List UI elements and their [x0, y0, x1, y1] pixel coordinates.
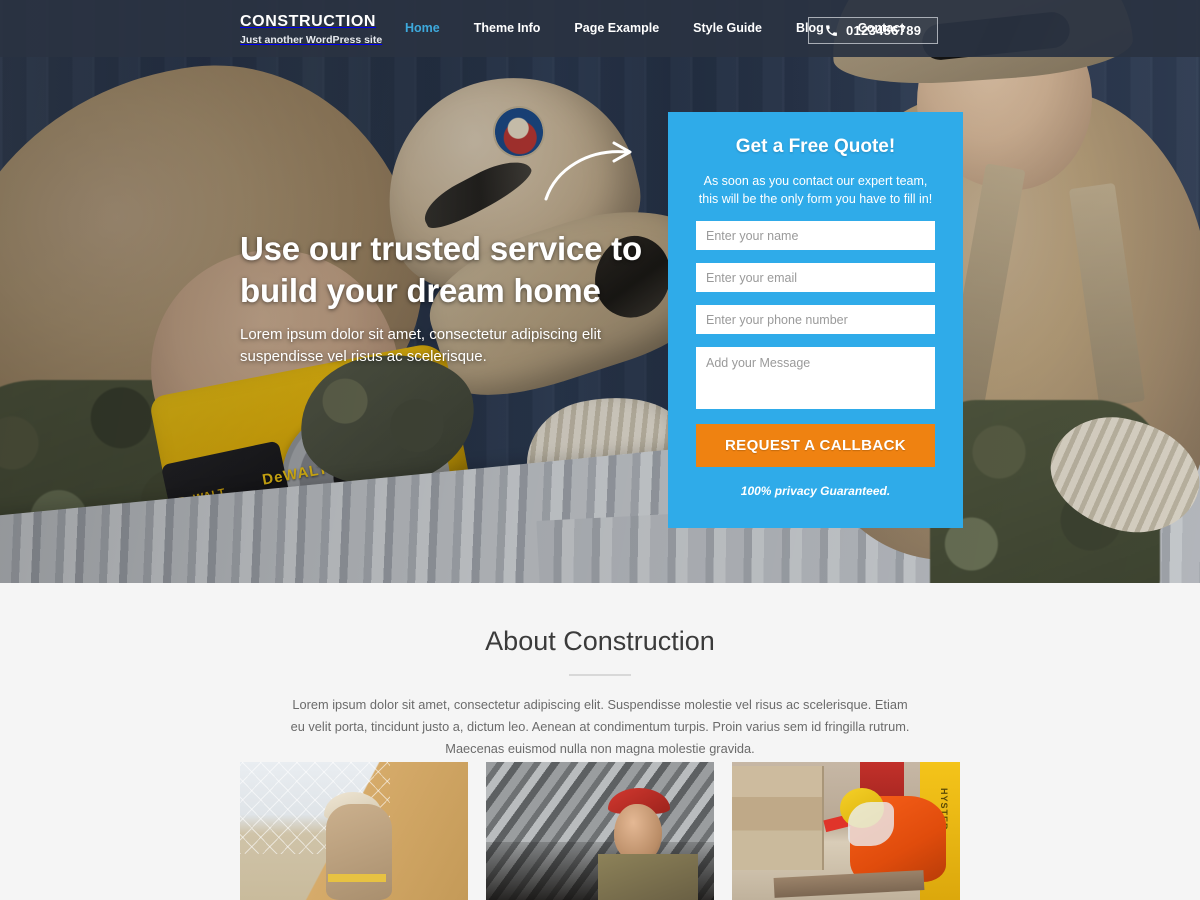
nav-item-theme-info[interactable]: Theme Info	[457, 21, 558, 35]
hero-section: DeWALT Use our trusted service to build …	[0, 0, 1200, 583]
message-textarea[interactable]	[696, 347, 935, 410]
thumbnail-3-face-shield	[848, 802, 894, 846]
about-title: About Construction	[485, 626, 715, 656]
about-thumbnail-3[interactable]: HYSTER	[732, 762, 960, 900]
about-divider	[569, 674, 631, 676]
site-header: CONSTRUCTION Just another WordPress site…	[0, 0, 1200, 57]
thumbnail-1-tool-belt	[328, 874, 386, 882]
page-root: DeWALT Use our trusted service to build …	[0, 0, 1200, 900]
phone-button[interactable]: 0123456789	[808, 17, 939, 44]
thumbnail-3-cardboard-boxes	[732, 766, 824, 870]
site-brand[interactable]: CONSTRUCTION Just another WordPress site	[240, 13, 382, 46]
about-body-text: Lorem ipsum dolor sit amet, consectetur …	[290, 697, 910, 756]
request-callback-button[interactable]: REQUEST A CALLBACK	[696, 424, 935, 468]
thumbnail-1-worker	[326, 804, 392, 900]
nav-item-style-guide[interactable]: Style Guide	[676, 21, 779, 35]
nav-item-page-example[interactable]: Page Example	[557, 21, 676, 35]
thumbnail-2-worker-torso	[598, 854, 698, 900]
privacy-note: 100% privacy Guaranteed.	[740, 484, 891, 499]
quote-form-title: Get a Free Quote!	[735, 136, 896, 157]
hero-copy: Use our trusted service to build your dr…	[240, 228, 660, 369]
about-thumbnail-2[interactable]	[486, 762, 714, 900]
about-thumbnail-row: HYSTER	[240, 762, 960, 900]
brand-name: CONSTRUCTION	[240, 13, 377, 30]
about-section: About Construction Lorem ipsum dolor sit…	[0, 583, 1200, 900]
phone-icon	[826, 25, 837, 36]
hero-subtitle: Lorem ipsum dolor sit amet, consectetur …	[240, 325, 601, 366]
phone-input[interactable]	[696, 305, 935, 335]
quote-form-description: As soon as you contact our expert team, …	[698, 174, 933, 207]
quote-form: Get a Free Quote! As soon as you contact…	[668, 112, 963, 529]
about-thumbnail-1[interactable]	[240, 762, 468, 900]
thumbnail-3-timber-plank	[773, 870, 925, 898]
nav-item-home[interactable]: Home	[388, 21, 457, 35]
hero-title: Use our trusted service to build your dr…	[240, 230, 642, 309]
name-input[interactable]	[696, 221, 935, 251]
brand-tagline: Just another WordPress site	[240, 33, 383, 46]
email-input[interactable]	[696, 263, 935, 293]
phone-number: 0123456789	[846, 23, 922, 38]
curved-arrow-icon	[544, 141, 632, 201]
